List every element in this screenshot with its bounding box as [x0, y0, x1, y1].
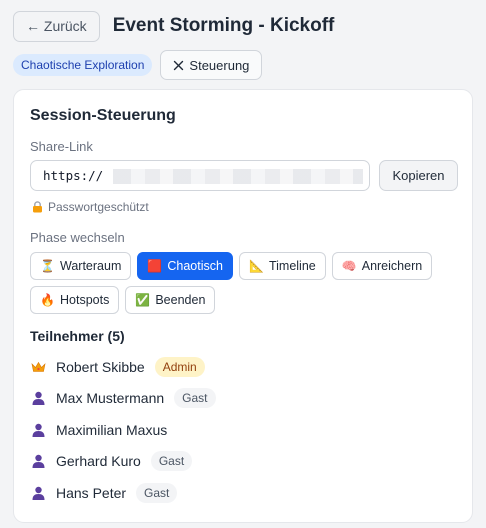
phase-button-label: Chaotisch	[167, 259, 223, 273]
redacted-link-blur	[113, 169, 363, 184]
person-icon	[30, 486, 46, 500]
password-note-text: Passwortgeschützt	[48, 200, 149, 214]
fire-icon: 🔥	[40, 293, 55, 307]
lock-icon	[33, 201, 42, 213]
participants-list: Robert Skibbe Admin Max Mustermann Gast …	[30, 351, 460, 509]
brain-icon: 🧠	[341, 259, 357, 273]
share-link-value: https://	[43, 168, 104, 183]
phase-button-chaotisch[interactable]: 🟥 Chaotisch	[137, 252, 233, 280]
share-link-label: Share-Link	[30, 139, 93, 154]
phase-switch-label: Phase wechseln	[30, 230, 125, 245]
red-square-icon: 🟥	[147, 259, 163, 273]
session-page: ← Zurück Event Storming - Kickoff Chaoti…	[0, 0, 486, 528]
share-link-field[interactable]: https://	[30, 160, 370, 191]
person-icon	[30, 454, 46, 469]
participant-row: Robert Skibbe Admin	[30, 351, 460, 383]
page-title: Event Storming - Kickoff	[112, 15, 335, 36]
back-button[interactable]: ← Zurück	[13, 10, 100, 42]
hourglass-icon: ⏳	[40, 259, 55, 273]
role-badge-admin: Admin	[154, 356, 205, 377]
current-phase-badge: Chaotische Exploration	[13, 54, 153, 76]
person-icon	[30, 391, 46, 406]
phase-button-timeline[interactable]: 📐 Timeline	[238, 252, 326, 280]
phase-button-label: Anreichern	[361, 259, 423, 273]
phase-subbar: Chaotische Exploration Steuerung	[13, 50, 263, 80]
session-control-panel: Session-Steuerung Share-Link https:// Ko…	[13, 89, 473, 523]
triangle-ruler-icon: 📐	[248, 259, 264, 273]
phase-button-anreichern[interactable]: 🧠 Anreichern	[331, 252, 433, 280]
person-icon	[30, 423, 46, 437]
phase-buttons-row-2: 🔥 Hotspots ✅ Beenden	[30, 286, 216, 314]
participants-title: Teilnehmer (5)	[30, 328, 125, 344]
close-icon	[174, 60, 184, 70]
phase-button-label: Beenden	[155, 293, 206, 307]
check-mark-icon: ✅	[135, 293, 151, 307]
participant-name: Robert Skibbe	[56, 358, 145, 375]
phase-button-hotspots[interactable]: 🔥 Hotspots	[30, 286, 120, 314]
participant-name: Gerhard Kuro	[56, 453, 141, 470]
phase-button-label: Timeline	[268, 259, 316, 273]
participant-row: Hans Peter Gast	[30, 477, 460, 509]
phase-button-beenden[interactable]: ✅ Beenden	[125, 286, 216, 314]
participant-row: Gerhard Kuro Gast	[30, 446, 460, 478]
phase-button-label: Hotspots	[60, 293, 110, 307]
page-header: ← Zurück Event Storming - Kickoff	[13, 10, 476, 42]
password-note: Passwortgeschützt	[32, 200, 149, 214]
copy-link-button[interactable]: Kopieren	[379, 160, 458, 191]
participant-name: Max Mustermann	[56, 390, 165, 407]
steuerung-toggle-button[interactable]: Steuerung	[160, 50, 263, 80]
role-badge-guest: Gast	[150, 451, 193, 472]
participant-name: Maximilian Maxus	[56, 421, 168, 438]
phase-button-label: Warteraum	[60, 259, 122, 273]
participant-row: Max Mustermann Gast	[30, 383, 460, 415]
steuerung-toggle-label: Steuerung	[189, 57, 250, 73]
phase-button-warteraum[interactable]: ⏳ Warteraum	[30, 252, 132, 280]
role-badge-guest: Gast	[136, 482, 178, 503]
crown-icon	[30, 361, 46, 373]
phase-buttons-row-1: ⏳ Warteraum 🟥 Chaotisch 📐 Timeline 🧠 Anr…	[30, 252, 433, 280]
role-badge-guest: Gast	[174, 388, 216, 409]
participant-row: Maximilian Maxus	[30, 414, 460, 446]
panel-title: Session-Steuerung	[30, 107, 176, 124]
participant-name: Hans Peter	[56, 484, 127, 501]
